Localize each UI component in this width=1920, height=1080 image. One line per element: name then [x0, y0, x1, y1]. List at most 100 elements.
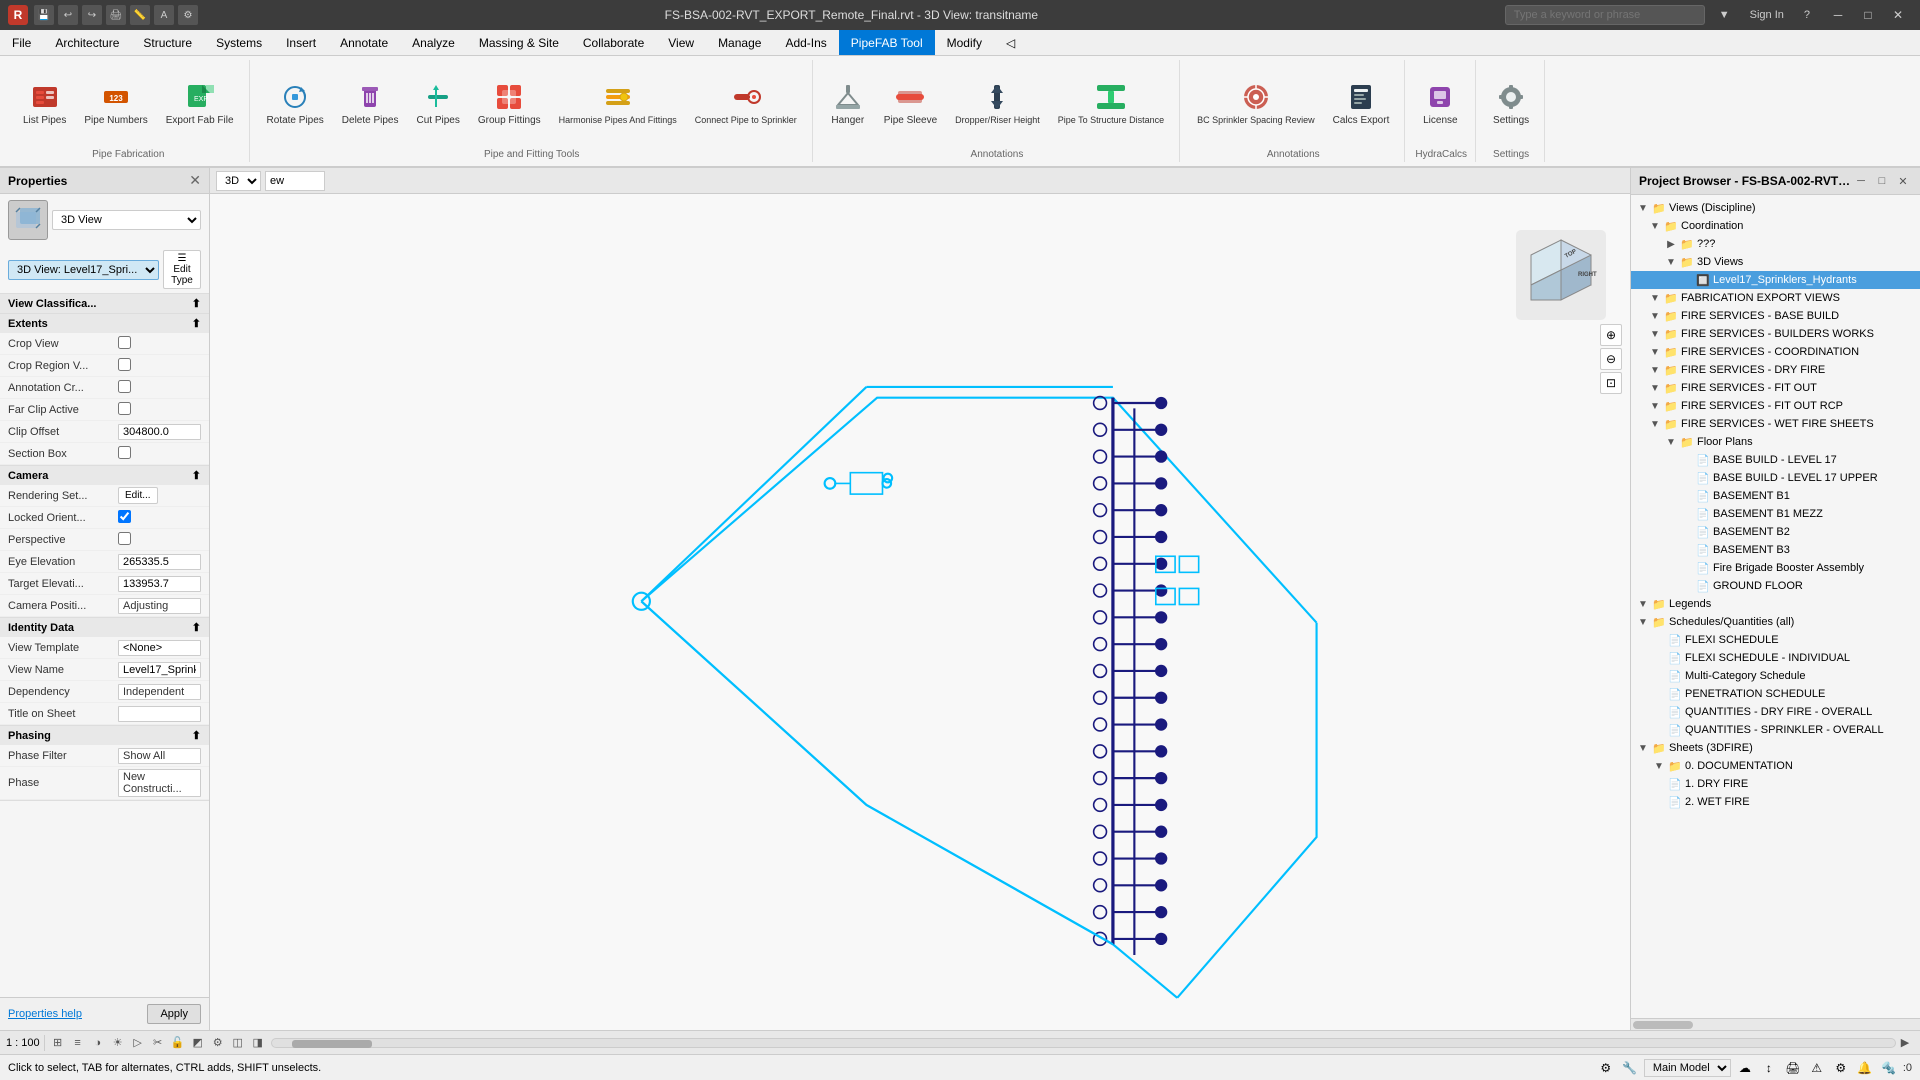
reveal-icon[interactable]: ◫ — [229, 1034, 247, 1052]
apply-button[interactable]: Apply — [147, 1004, 201, 1024]
sync-icon[interactable]: ↕ — [1759, 1058, 1779, 1078]
view-scale-input[interactable] — [265, 171, 325, 191]
pipe-to-structure-button[interactable]: Pipe To Structure Distance — [1051, 76, 1171, 131]
menu-file[interactable]: File — [0, 30, 43, 55]
menu-massing[interactable]: Massing & Site — [467, 30, 571, 55]
menu-architecture[interactable]: Architecture — [43, 30, 131, 55]
tree-item-coordination[interactable]: ▼ 📁 Coordination — [1631, 217, 1920, 235]
measure-icon[interactable]: 📏 — [130, 5, 150, 25]
dropper-riser-button[interactable]: Dropper/Riser Height — [948, 76, 1047, 131]
sign-in-btn[interactable]: Sign In — [1744, 7, 1790, 23]
connect-pipe-button[interactable]: Connect Pipe to Sprinkler — [688, 76, 804, 131]
thin-lines-icon[interactable]: ≡ — [69, 1034, 87, 1052]
eye-elevation-input[interactable] — [118, 554, 201, 570]
rotate-pipes-button[interactable]: Rotate Pipes — [260, 76, 331, 132]
print-icon[interactable]: 🖨 — [106, 5, 126, 25]
tree-item-ground-floor[interactable]: 📄 GROUND FLOOR — [1631, 577, 1920, 595]
group-fittings-button[interactable]: Group Fittings — [471, 76, 548, 132]
viewport[interactable]: 3D — [210, 168, 1630, 1030]
pb-scrollbar-h[interactable] — [1631, 1018, 1920, 1030]
pb-close-btn[interactable]: ✕ — [1894, 172, 1912, 190]
tree-item-basement-b1-mezz[interactable]: 📄 BASEMENT B1 MEZZ — [1631, 505, 1920, 523]
view-name-select[interactable]: 3D View: Level17_Spri... — [8, 260, 159, 280]
tree-item-basement-b1[interactable]: 📄 BASEMENT B1 — [1631, 487, 1920, 505]
zoom-fit-btn[interactable]: ⊡ — [1600, 372, 1622, 394]
warning-icon[interactable]: ⚠ — [1807, 1058, 1827, 1078]
target-elevation-input[interactable] — [118, 576, 201, 592]
maximize-btn[interactable]: □ — [1854, 5, 1882, 25]
tree-item-base-build-17[interactable]: 📄 BASE BUILD - LEVEL 17 — [1631, 451, 1920, 469]
menu-addins[interactable]: Add-Ins — [773, 30, 838, 55]
undo-icon[interactable]: ↩ — [58, 5, 78, 25]
menu-systems[interactable]: Systems — [204, 30, 274, 55]
scrollbar-thumb[interactable] — [271, 1038, 1896, 1048]
active-workset-select[interactable]: Main Model — [1644, 1059, 1731, 1077]
tree-item-multi-category[interactable]: 📄 Multi-Category Schedule — [1631, 667, 1920, 685]
edit-type-button[interactable]: ☰ Edit Type — [163, 250, 201, 289]
view-detail-icon[interactable]: ⊞ — [49, 1034, 67, 1052]
zoom-out-btn[interactable]: ⊖ — [1600, 348, 1622, 370]
far-clip-active-checkbox[interactable] — [118, 402, 131, 415]
settings2-icon[interactable]: ⚙ — [209, 1034, 227, 1052]
menu-manage[interactable]: Manage — [706, 30, 773, 55]
scroll-right-btn[interactable]: ▶ — [1896, 1034, 1914, 1052]
pb-scrollbar-thumb[interactable] — [1633, 1021, 1693, 1029]
tree-item-basement-b3[interactable]: 📄 BASEMENT B3 — [1631, 541, 1920, 559]
tree-item-0-documentation[interactable]: ▼ 📁 0. DOCUMENTATION — [1631, 757, 1920, 775]
tree-item-views-discipline[interactable]: ▼ 📁 Views (Discipline) — [1631, 199, 1920, 217]
menu-contextual[interactable]: ◁ — [994, 30, 1027, 55]
close-btn[interactable]: ✕ — [1884, 5, 1912, 25]
tree-item-schedules[interactable]: ▼ 📁 Schedules/Quantities (all) — [1631, 613, 1920, 631]
cloud-status-icon[interactable]: ☁ — [1735, 1058, 1755, 1078]
view-type-dropdown[interactable]: 3D View — [52, 210, 201, 230]
menu-analyze[interactable]: Analyze — [400, 30, 467, 55]
crop-view-checkbox[interactable] — [118, 336, 131, 349]
tree-item-fire-wet-sheets[interactable]: ▼ 📁 FIRE SERVICES - WET FIRE SHEETS — [1631, 415, 1920, 433]
h-scrollbar[interactable]: ▶ — [271, 1034, 1914, 1052]
settings-button[interactable]: Settings — [1486, 76, 1536, 132]
menu-view[interactable]: View — [656, 30, 706, 55]
tree-item-penetration-schedule[interactable]: 📄 PENETRATION SCHEDULE — [1631, 685, 1920, 703]
tree-item-fab-export[interactable]: ▼ 📁 FABRICATION EXPORT VIEWS — [1631, 289, 1920, 307]
section-box-checkbox[interactable] — [118, 446, 131, 459]
tree-item-sheets-3dfire[interactable]: ▼ 📁 Sheets (3DFIRE) — [1631, 739, 1920, 757]
list-pipes-button[interactable]: List Pipes — [16, 76, 73, 132]
settings-icon[interactable]: ⚙ — [178, 5, 198, 25]
tree-item-base-build-17-upper[interactable]: 📄 BASE BUILD - LEVEL 17 UPPER — [1631, 469, 1920, 487]
tree-item-floor-plans[interactable]: ▼ 📁 Floor Plans — [1631, 433, 1920, 451]
prop-section-extents-header[interactable]: Extents ⬆ — [0, 314, 209, 333]
tree-item-quantities-sprinkler[interactable]: 📄 QUANTITIES - SPRINKLER - OVERALL — [1631, 721, 1920, 739]
hanger-button[interactable]: Hanger — [823, 76, 873, 132]
pb-maximize-btn[interactable]: □ — [1873, 172, 1891, 190]
properties-close-btn[interactable]: ✕ — [189, 172, 201, 189]
export-fab-button[interactable]: EXP Export Fab File — [159, 76, 241, 132]
delete-pipes-button[interactable]: Delete Pipes — [335, 76, 406, 132]
workset-status-icon[interactable]: ⚙ — [1596, 1058, 1616, 1078]
cut-pipes-button[interactable]: Cut Pipes — [410, 76, 467, 132]
minimize-btn[interactable]: ─ — [1824, 5, 1852, 25]
pipe-numbers-button[interactable]: 123 Pipe Numbers — [77, 76, 154, 132]
view-template-input[interactable] — [118, 640, 201, 656]
tree-item-fire-builders-works[interactable]: ▼ 📁 FIRE SERVICES - BUILDERS WORKS — [1631, 325, 1920, 343]
tree-item-legends[interactable]: ▼ 📁 Legends — [1631, 595, 1920, 613]
menu-pipefab[interactable]: PipeFAB Tool — [839, 30, 935, 55]
annotate-icon[interactable]: A — [154, 5, 174, 25]
prop-section-identity-header[interactable]: Identity Data ⬆ — [0, 618, 209, 637]
crop-region-checkbox[interactable] — [118, 358, 131, 371]
crop-icon[interactable]: ✂ — [149, 1034, 167, 1052]
print-status-icon[interactable]: 🖨 — [1783, 1058, 1803, 1078]
tree-item-quantities-dry-fire[interactable]: 📄 QUANTITIES - DRY FIRE - OVERALL — [1631, 703, 1920, 721]
tree-item-flexi-schedule-individual[interactable]: 📄 FLEXI SCHEDULE - INDIVIDUAL — [1631, 649, 1920, 667]
prop-section-phasing-header[interactable]: Phasing ⬆ — [0, 726, 209, 745]
rendering-settings-edit-btn[interactable]: Edit... — [118, 487, 158, 504]
calcs-export-button[interactable]: Calcs Export — [1326, 76, 1397, 132]
tree-item-3d-views[interactable]: ▼ 📁 3D Views — [1631, 253, 1920, 271]
far-clip-offset-input[interactable] — [118, 424, 201, 440]
perspective-checkbox[interactable] — [118, 532, 131, 545]
license-button[interactable]: License — [1415, 76, 1465, 132]
tree-item-fire-dry[interactable]: ▼ 📁 FIRE SERVICES - DRY FIRE — [1631, 361, 1920, 379]
review-icon[interactable]: ◩ — [189, 1034, 207, 1052]
prop-section-view-classification-header[interactable]: View Classifica... ⬆ — [0, 294, 209, 313]
tree-item-qqq[interactable]: ▶ 📁 ??? — [1631, 235, 1920, 253]
settings-status-icon[interactable]: ⚙ — [1831, 1058, 1851, 1078]
